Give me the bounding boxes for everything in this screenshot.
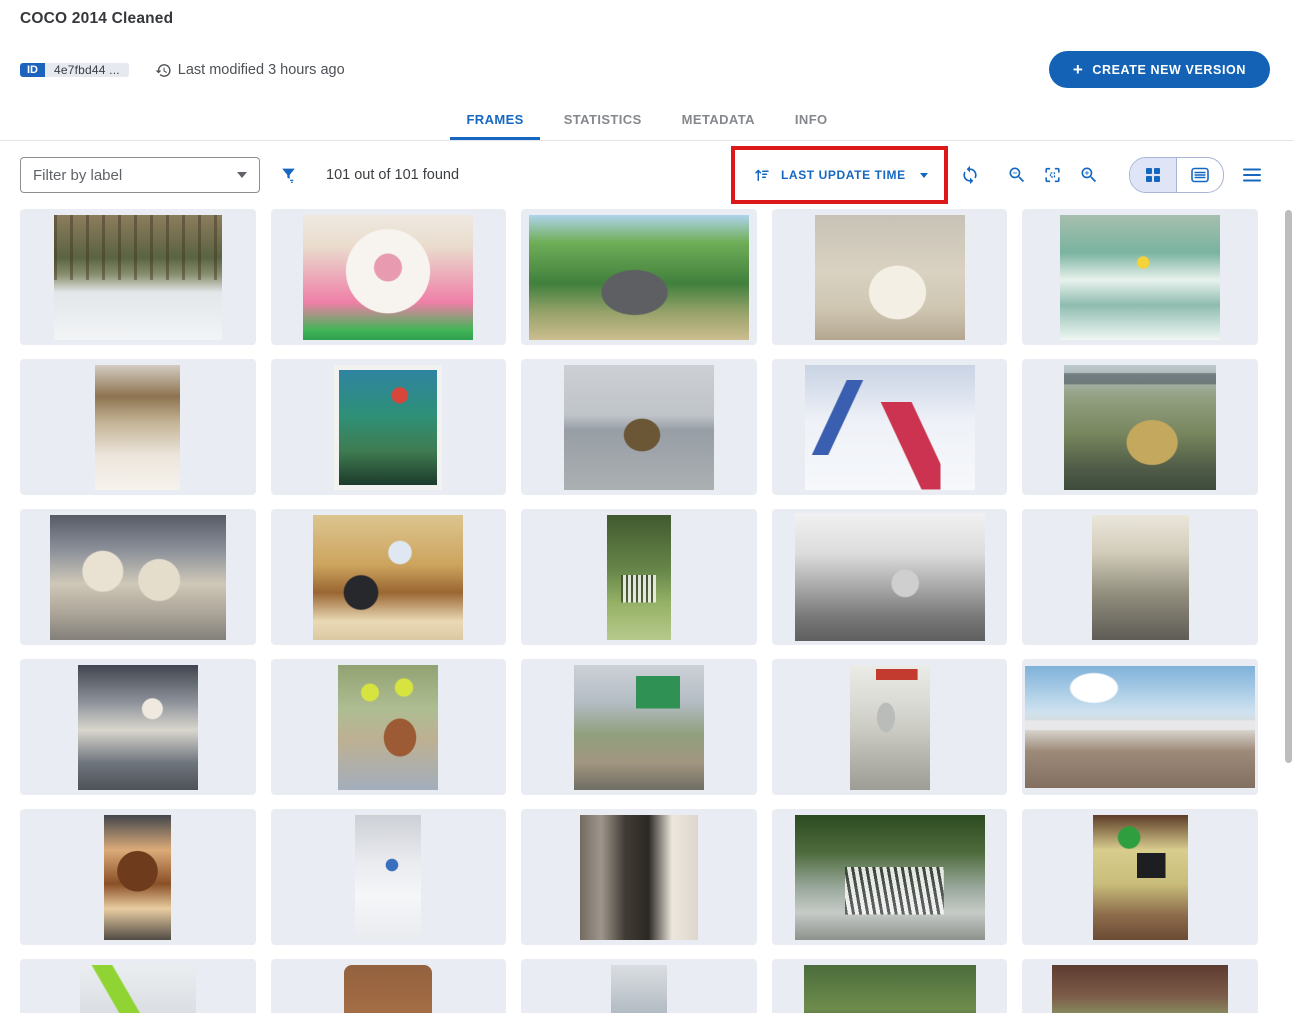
- frame-card-fence-fire-hydrant[interactable]: [1022, 959, 1258, 1013]
- frame-card-bitten-donut[interactable]: [20, 809, 256, 945]
- filter-by-label-dropdown[interactable]: Filter by label: [20, 157, 260, 193]
- frame-thumbnail-baby-bath-sink[interactable]: [795, 513, 985, 641]
- frame-thumbnail-puppy-on-couch[interactable]: [815, 215, 965, 340]
- frame-thumbnail-kittery-maine-sign[interactable]: [574, 665, 704, 790]
- frame-card-face-closeup[interactable]: [271, 959, 507, 1013]
- frame-thumbnail-zebra-grazing[interactable]: [607, 515, 671, 640]
- frame-card-ferry-boat[interactable]: [521, 359, 757, 495]
- last-modified: Last modified 3 hours ago: [155, 62, 345, 79]
- last-modified-text: Last modified 3 hours ago: [178, 62, 345, 78]
- frame-thumbnail-bathroom-mirror[interactable]: [95, 365, 180, 490]
- view-mode-toggle: [1129, 157, 1224, 193]
- sort-control[interactable]: LAST UPDATE TIME: [753, 166, 928, 184]
- tabs: FRAMESSTATISTICSMETADATAINFO: [0, 101, 1294, 141]
- frame-card-built-in-ovens[interactable]: [521, 809, 757, 945]
- frame-card-elephant-ride[interactable]: [521, 209, 757, 345]
- scrollbar-thumb[interactable]: [1285, 210, 1292, 763]
- frame-card-bathroom-mirror[interactable]: [20, 359, 256, 495]
- create-new-version-button[interactable]: + CREATE NEW VERSION: [1049, 51, 1270, 88]
- frame-card-giant-teddy-bears[interactable]: [20, 509, 256, 645]
- frame-thumbnail-rocky-coast-kite[interactable]: [804, 965, 976, 1013]
- page-title: COCO 2014 Cleaned: [20, 10, 173, 28]
- frame-card-rocky-coast-kite[interactable]: [772, 959, 1008, 1013]
- frame-thumbnail-ski-race-gates[interactable]: [805, 365, 975, 490]
- frame-thumbnail-bus-under-bridge[interactable]: [1064, 365, 1216, 490]
- zoom-out-icon[interactable]: [1007, 165, 1027, 185]
- frame-card-surfer-wave[interactable]: [1022, 209, 1258, 345]
- frame-card-ski-couple[interactable]: [271, 809, 507, 945]
- frame-thumbnail-city-skyscrapers[interactable]: [611, 965, 667, 1013]
- grid-view-button[interactable]: [1130, 158, 1176, 192]
- frame-thumbnail-living-room-wii-party[interactable]: [78, 665, 198, 790]
- frame-thumbnail-restroom-collage[interactable]: [850, 665, 930, 790]
- id-label: ID: [20, 63, 45, 77]
- results-count: 101 out of 101 found: [326, 167, 459, 183]
- frame-card-zebra-grazing[interactable]: [521, 509, 757, 645]
- frame-card-home-office-desk[interactable]: [271, 509, 507, 645]
- frame-card-city-skyscrapers[interactable]: [521, 959, 757, 1013]
- frame-card-ski-race-gates[interactable]: [772, 359, 1008, 495]
- frame-thumbnail-elephant-ride[interactable]: [529, 215, 749, 340]
- frame-thumbnail-airliners-tarmac[interactable]: [1025, 666, 1255, 788]
- frame-card-bus-under-bridge[interactable]: [1022, 359, 1258, 495]
- frame-thumbnail-green-hat-gamer[interactable]: [1093, 815, 1188, 940]
- plus-icon: +: [1073, 61, 1084, 78]
- frame-thumbnail-ski-couple[interactable]: [355, 815, 421, 940]
- filter-placeholder: Filter by label: [33, 167, 122, 184]
- filter-funnel-icon[interactable]: [279, 166, 298, 185]
- tab-metadata[interactable]: METADATA: [666, 101, 771, 140]
- frame-thumbnail-vintage-traffic-light[interactable]: [334, 365, 442, 490]
- frames-grid: [20, 209, 1258, 1013]
- zoom-in-icon[interactable]: [1079, 165, 1099, 185]
- frame-card-green-bat-party[interactable]: [20, 959, 256, 1013]
- frame-thumbnail-face-closeup[interactable]: [344, 965, 432, 1013]
- frame-thumbnail-fence-fire-hydrant[interactable]: [1052, 965, 1228, 1013]
- sort-label: LAST UPDATE TIME: [781, 168, 906, 182]
- frame-thumbnail-green-bat-party[interactable]: [80, 965, 196, 1013]
- frame-thumbnail-horseback-police[interactable]: [338, 665, 438, 790]
- list-view-button[interactable]: [1176, 158, 1223, 192]
- frame-card-baby-bath-sink[interactable]: [772, 509, 1008, 645]
- frame-card-puppy-on-couch[interactable]: [772, 209, 1008, 345]
- frame-card-vintage-traffic-light[interactable]: [271, 359, 507, 495]
- frame-card-zebra-beside-cars[interactable]: [772, 809, 1008, 945]
- frame-thumbnail-men-playing-wii[interactable]: [1092, 515, 1189, 640]
- frame-thumbnail-zebra-beside-cars[interactable]: [795, 815, 985, 940]
- frame-card-horseback-police[interactable]: [271, 659, 507, 795]
- tab-info[interactable]: INFO: [779, 101, 844, 140]
- id-value: 4e7fbd44 ...: [45, 63, 129, 77]
- frame-thumbnail-frosted-bundt-cake[interactable]: [303, 215, 473, 340]
- refresh-icon[interactable]: [960, 165, 980, 185]
- frame-card-restroom-collage[interactable]: [772, 659, 1008, 795]
- tab-statistics[interactable]: STATISTICS: [548, 101, 658, 140]
- create-new-version-label: CREATE NEW VERSION: [1092, 63, 1246, 77]
- menu-icon[interactable]: [1242, 167, 1262, 183]
- frame-card-men-playing-wii[interactable]: [1022, 509, 1258, 645]
- frame-thumbnail-giant-teddy-bears[interactable]: [50, 515, 226, 640]
- frame-card-living-room-wii-party[interactable]: [20, 659, 256, 795]
- frame-thumbnail-bitten-donut[interactable]: [104, 815, 171, 940]
- sort-chevron-down-icon: [920, 173, 928, 178]
- frame-card-kittery-maine-sign[interactable]: [521, 659, 757, 795]
- frame-card-frosted-bundt-cake[interactable]: [271, 209, 507, 345]
- sort-ascending-icon: [753, 166, 771, 184]
- chevron-down-icon: [237, 172, 247, 178]
- fit-to-screen-icon[interactable]: [1043, 166, 1062, 185]
- frame-thumbnail-built-in-ovens[interactable]: [580, 815, 698, 940]
- frame-thumbnail-surfer-wave[interactable]: [1060, 215, 1220, 340]
- history-icon: [155, 62, 172, 79]
- dataset-id-badge[interactable]: ID 4e7fbd44 ...: [20, 63, 129, 77]
- frame-thumbnail-home-office-desk[interactable]: [313, 515, 463, 640]
- frame-card-airliners-tarmac[interactable]: [1022, 659, 1258, 795]
- frame-thumbnail-skier-snowy-forest[interactable]: [54, 215, 222, 340]
- frame-card-green-hat-gamer[interactable]: [1022, 809, 1258, 945]
- frame-card-skier-snowy-forest[interactable]: [20, 209, 256, 345]
- frame-thumbnail-ferry-boat[interactable]: [564, 365, 714, 490]
- toolbar: Filter by label 101 out of 101 found LAS…: [0, 141, 1294, 209]
- tab-frames[interactable]: FRAMES: [450, 101, 539, 140]
